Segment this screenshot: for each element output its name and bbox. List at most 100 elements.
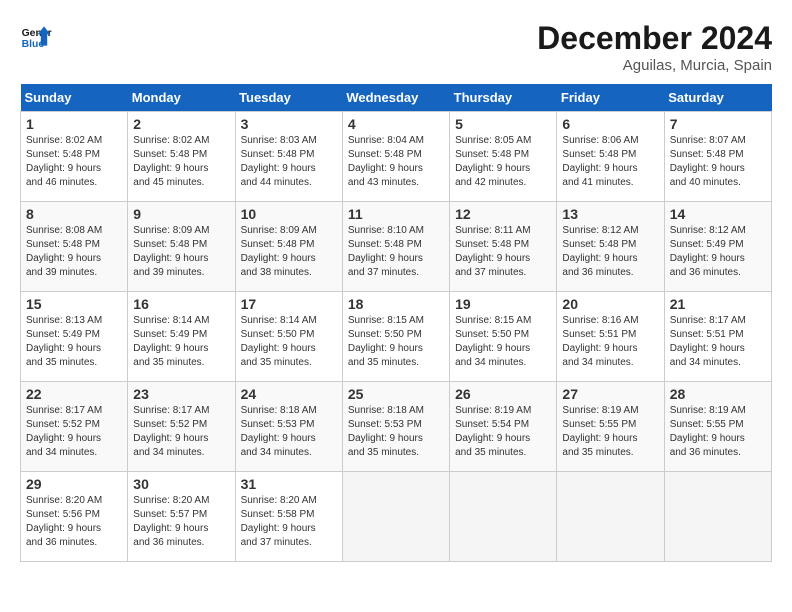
day-info: Sunrise: 8:12 AM Sunset: 5:49 PM Dayligh… xyxy=(670,224,766,280)
day-number: 2 xyxy=(133,116,229,132)
day-number: 26 xyxy=(455,386,551,402)
day-number: 16 xyxy=(133,296,229,312)
day-number: 10 xyxy=(241,206,337,222)
day-info: Sunrise: 8:09 AM Sunset: 5:48 PM Dayligh… xyxy=(241,224,337,280)
calendar-cell: 2 Sunrise: 8:02 AM Sunset: 5:48 PM Dayli… xyxy=(128,112,235,202)
day-info: Sunrise: 8:20 AM Sunset: 5:56 PM Dayligh… xyxy=(26,494,122,550)
day-info: Sunrise: 8:06 AM Sunset: 5:48 PM Dayligh… xyxy=(562,134,658,190)
weekday-header-saturday: Saturday xyxy=(664,84,771,112)
calendar-cell: 15 Sunrise: 8:13 AM Sunset: 5:49 PM Dayl… xyxy=(21,292,128,382)
day-number: 20 xyxy=(562,296,658,312)
logo: General Blue xyxy=(20,20,52,52)
weekday-header-wednesday: Wednesday xyxy=(342,84,449,112)
calendar-cell: 5 Sunrise: 8:05 AM Sunset: 5:48 PM Dayli… xyxy=(450,112,557,202)
day-number: 22 xyxy=(26,386,122,402)
calendar-week-3: 15 Sunrise: 8:13 AM Sunset: 5:49 PM Dayl… xyxy=(21,292,772,382)
calendar-table: SundayMondayTuesdayWednesdayThursdayFrid… xyxy=(20,84,772,562)
day-info: Sunrise: 8:18 AM Sunset: 5:53 PM Dayligh… xyxy=(241,404,337,460)
day-number: 28 xyxy=(670,386,766,402)
calendar-cell: 23 Sunrise: 8:17 AM Sunset: 5:52 PM Dayl… xyxy=(128,382,235,472)
day-info: Sunrise: 8:02 AM Sunset: 5:48 PM Dayligh… xyxy=(26,134,122,190)
calendar-cell: 9 Sunrise: 8:09 AM Sunset: 5:48 PM Dayli… xyxy=(128,202,235,292)
calendar-week-1: 1 Sunrise: 8:02 AM Sunset: 5:48 PM Dayli… xyxy=(21,112,772,202)
day-number: 5 xyxy=(455,116,551,132)
calendar-cell: 16 Sunrise: 8:14 AM Sunset: 5:49 PM Dayl… xyxy=(128,292,235,382)
weekday-header-sunday: Sunday xyxy=(21,84,128,112)
day-info: Sunrise: 8:12 AM Sunset: 5:48 PM Dayligh… xyxy=(562,224,658,280)
day-info: Sunrise: 8:04 AM Sunset: 5:48 PM Dayligh… xyxy=(348,134,444,190)
calendar-cell: 26 Sunrise: 8:19 AM Sunset: 5:54 PM Dayl… xyxy=(450,382,557,472)
calendar-cell: 10 Sunrise: 8:09 AM Sunset: 5:48 PM Dayl… xyxy=(235,202,342,292)
logo-icon: General Blue xyxy=(20,20,52,52)
day-number: 31 xyxy=(241,476,337,492)
day-info: Sunrise: 8:16 AM Sunset: 5:51 PM Dayligh… xyxy=(562,314,658,370)
weekday-header-thursday: Thursday xyxy=(450,84,557,112)
day-number: 12 xyxy=(455,206,551,222)
day-info: Sunrise: 8:11 AM Sunset: 5:48 PM Dayligh… xyxy=(455,224,551,280)
calendar-cell: 29 Sunrise: 8:20 AM Sunset: 5:56 PM Dayl… xyxy=(21,472,128,562)
day-info: Sunrise: 8:19 AM Sunset: 5:54 PM Dayligh… xyxy=(455,404,551,460)
day-info: Sunrise: 8:10 AM Sunset: 5:48 PM Dayligh… xyxy=(348,224,444,280)
weekday-header-monday: Monday xyxy=(128,84,235,112)
page-header: General Blue December 2024 Aguilas, Murc… xyxy=(20,20,772,74)
calendar-cell: 13 Sunrise: 8:12 AM Sunset: 5:48 PM Dayl… xyxy=(557,202,664,292)
day-info: Sunrise: 8:14 AM Sunset: 5:50 PM Dayligh… xyxy=(241,314,337,370)
calendar-week-4: 22 Sunrise: 8:17 AM Sunset: 5:52 PM Dayl… xyxy=(21,382,772,472)
calendar-cell: 27 Sunrise: 8:19 AM Sunset: 5:55 PM Dayl… xyxy=(557,382,664,472)
calendar-cell: 6 Sunrise: 8:06 AM Sunset: 5:48 PM Dayli… xyxy=(557,112,664,202)
weekday-header-friday: Friday xyxy=(557,84,664,112)
calendar-cell: 4 Sunrise: 8:04 AM Sunset: 5:48 PM Dayli… xyxy=(342,112,449,202)
day-info: Sunrise: 8:07 AM Sunset: 5:48 PM Dayligh… xyxy=(670,134,766,190)
day-info: Sunrise: 8:13 AM Sunset: 5:49 PM Dayligh… xyxy=(26,314,122,370)
day-info: Sunrise: 8:20 AM Sunset: 5:58 PM Dayligh… xyxy=(241,494,337,550)
calendar-cell: 7 Sunrise: 8:07 AM Sunset: 5:48 PM Dayli… xyxy=(664,112,771,202)
calendar-week-5: 29 Sunrise: 8:20 AM Sunset: 5:56 PM Dayl… xyxy=(21,472,772,562)
month-title: December 2024 xyxy=(537,20,772,57)
calendar-cell: 17 Sunrise: 8:14 AM Sunset: 5:50 PM Dayl… xyxy=(235,292,342,382)
day-number: 11 xyxy=(348,206,444,222)
day-info: Sunrise: 8:09 AM Sunset: 5:48 PM Dayligh… xyxy=(133,224,229,280)
day-number: 30 xyxy=(133,476,229,492)
calendar-cell: 1 Sunrise: 8:02 AM Sunset: 5:48 PM Dayli… xyxy=(21,112,128,202)
day-info: Sunrise: 8:08 AM Sunset: 5:48 PM Dayligh… xyxy=(26,224,122,280)
calendar-cell: 22 Sunrise: 8:17 AM Sunset: 5:52 PM Dayl… xyxy=(21,382,128,472)
day-number: 6 xyxy=(562,116,658,132)
calendar-cell: 25 Sunrise: 8:18 AM Sunset: 5:53 PM Dayl… xyxy=(342,382,449,472)
calendar-cell: 24 Sunrise: 8:18 AM Sunset: 5:53 PM Dayl… xyxy=(235,382,342,472)
calendar-cell: 12 Sunrise: 8:11 AM Sunset: 5:48 PM Dayl… xyxy=(450,202,557,292)
day-info: Sunrise: 8:17 AM Sunset: 5:52 PM Dayligh… xyxy=(133,404,229,460)
day-number: 1 xyxy=(26,116,122,132)
day-info: Sunrise: 8:19 AM Sunset: 5:55 PM Dayligh… xyxy=(670,404,766,460)
day-info: Sunrise: 8:20 AM Sunset: 5:57 PM Dayligh… xyxy=(133,494,229,550)
day-number: 27 xyxy=(562,386,658,402)
calendar-week-2: 8 Sunrise: 8:08 AM Sunset: 5:48 PM Dayli… xyxy=(21,202,772,292)
calendar-cell: 20 Sunrise: 8:16 AM Sunset: 5:51 PM Dayl… xyxy=(557,292,664,382)
calendar-cell: 14 Sunrise: 8:12 AM Sunset: 5:49 PM Dayl… xyxy=(664,202,771,292)
day-number: 9 xyxy=(133,206,229,222)
calendar-cell: 3 Sunrise: 8:03 AM Sunset: 5:48 PM Dayli… xyxy=(235,112,342,202)
day-info: Sunrise: 8:19 AM Sunset: 5:55 PM Dayligh… xyxy=(562,404,658,460)
calendar-cell xyxy=(664,472,771,562)
day-info: Sunrise: 8:15 AM Sunset: 5:50 PM Dayligh… xyxy=(455,314,551,370)
title-area: December 2024 Aguilas, Murcia, Spain xyxy=(537,20,772,74)
day-info: Sunrise: 8:17 AM Sunset: 5:52 PM Dayligh… xyxy=(26,404,122,460)
day-info: Sunrise: 8:02 AM Sunset: 5:48 PM Dayligh… xyxy=(133,134,229,190)
day-number: 8 xyxy=(26,206,122,222)
day-info: Sunrise: 8:18 AM Sunset: 5:53 PM Dayligh… xyxy=(348,404,444,460)
day-number: 17 xyxy=(241,296,337,312)
location: Aguilas, Murcia, Spain xyxy=(537,57,772,74)
day-info: Sunrise: 8:14 AM Sunset: 5:49 PM Dayligh… xyxy=(133,314,229,370)
day-number: 29 xyxy=(26,476,122,492)
day-info: Sunrise: 8:15 AM Sunset: 5:50 PM Dayligh… xyxy=(348,314,444,370)
calendar-cell xyxy=(342,472,449,562)
calendar-cell: 18 Sunrise: 8:15 AM Sunset: 5:50 PM Dayl… xyxy=(342,292,449,382)
day-info: Sunrise: 8:03 AM Sunset: 5:48 PM Dayligh… xyxy=(241,134,337,190)
day-number: 3 xyxy=(241,116,337,132)
day-number: 25 xyxy=(348,386,444,402)
day-number: 23 xyxy=(133,386,229,402)
weekday-header-tuesday: Tuesday xyxy=(235,84,342,112)
calendar-cell: 11 Sunrise: 8:10 AM Sunset: 5:48 PM Dayl… xyxy=(342,202,449,292)
calendar-cell: 21 Sunrise: 8:17 AM Sunset: 5:51 PM Dayl… xyxy=(664,292,771,382)
day-number: 21 xyxy=(670,296,766,312)
day-number: 19 xyxy=(455,296,551,312)
